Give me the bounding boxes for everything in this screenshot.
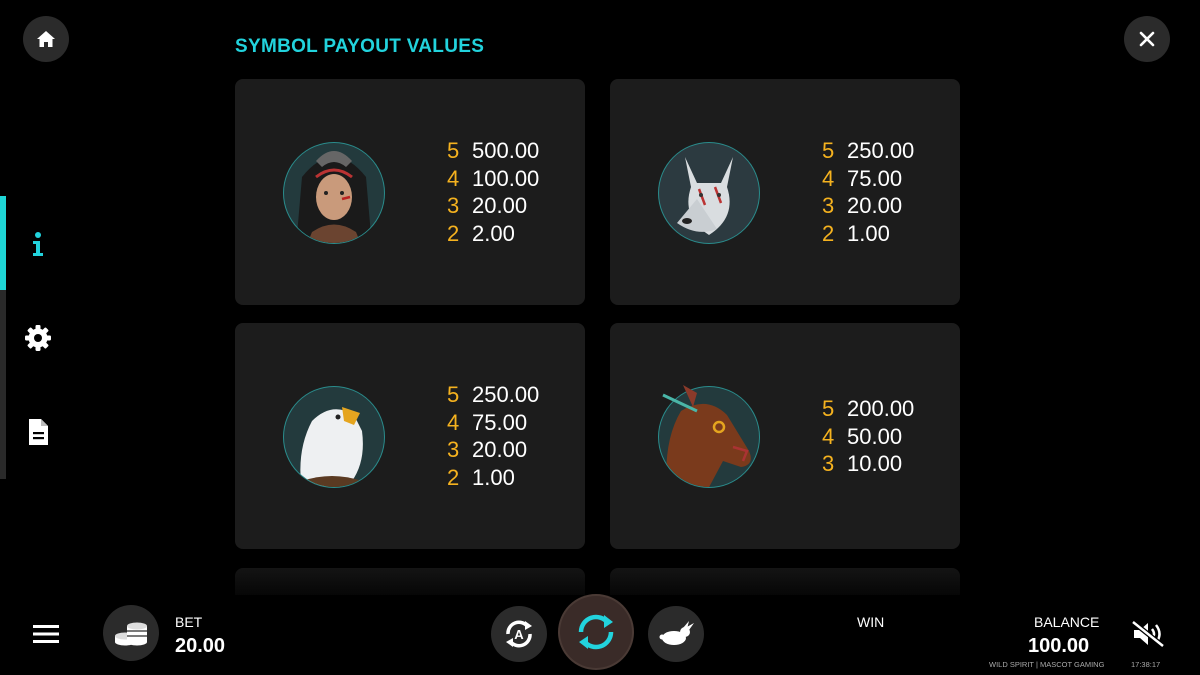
payout-row: 5 250.00 [447,381,539,409]
game-credit: WILD SPIRIT | MASCOT GAMING [989,660,1105,669]
payout-count: 4 [447,165,460,191]
balance-value: 100.00 [1028,635,1090,657]
turbo-button[interactable] [648,606,704,662]
home-icon [37,31,55,47]
symbol-card-woman: 5 500.00 4 100.00 3 20.00 2 2.00 [235,79,585,305]
payout-count: 2 [447,464,460,490]
payout-row: 2 1.00 [822,220,914,248]
info-icon [33,232,43,256]
spin-button[interactable] [560,596,632,668]
payout-row: 3 20.00 [447,192,539,220]
win-label: WIN [857,614,885,630]
spin-icon [578,614,614,650]
payout-row: 5 200.00 [822,395,914,423]
bet-button[interactable] [103,605,159,661]
autoplay-button[interactable]: A [491,606,547,662]
sidebar-active-indicator [0,196,6,290]
payout-count: 2 [447,220,460,246]
close-button[interactable] [1124,16,1170,62]
symbol-card-horse: 5 200.00 4 50.00 3 10.00 [610,323,960,549]
autoplay-letter: A [514,627,524,642]
home-button[interactable] [23,16,69,62]
payout-list: 5 500.00 4 100.00 3 20.00 2 2.00 [447,137,539,247]
payout-list: 5 250.00 4 75.00 3 20.00 2 1.00 [447,381,539,491]
sound-button[interactable] [1130,620,1166,648]
payout-value: 20.00 [847,193,903,218]
symbol-card-peek [235,568,585,598]
payout-count: 5 [447,382,460,407]
balance-label: BALANCE [1034,614,1100,630]
payout-row: 4 75.00 [822,165,914,193]
eagle-symbol [283,386,385,488]
payout-count: 4 [822,423,835,449]
payout-row: 4 50.00 [822,423,914,451]
payout-value: 75.00 [472,409,528,435]
payout-row: 2 2.00 [447,220,539,248]
payout-value: 250.00 [472,382,540,407]
payout-value: 20.00 [472,193,528,218]
payout-value: 250.00 [847,138,915,163]
payout-value: 1.00 [472,464,515,490]
payout-value: 10.00 [847,451,903,476]
woman-warrior-symbol [283,142,385,244]
payout-value: 50.00 [847,423,903,449]
payout-list: 5 250.00 4 75.00 3 20.00 2 1.00 [822,137,914,247]
wolf-symbol [658,142,760,244]
payout-count: 5 [822,396,835,421]
payout-value: 2.00 [472,220,515,246]
sidebar-item-rules[interactable] [22,416,54,448]
symbol-card-eagle: 5 250.00 4 75.00 3 20.00 2 1.00 [235,323,585,549]
payout-count: 2 [822,220,835,246]
payout-count: 5 [447,138,460,163]
payout-count: 3 [447,193,460,218]
sidebar-track [0,196,6,479]
payout-row: 3 20.00 [822,192,914,220]
payout-count: 3 [822,451,835,476]
gear-icon [25,325,51,351]
hamburger-icon [33,625,59,643]
payout-value: 1.00 [847,220,890,246]
payout-row: 3 10.00 [822,450,914,478]
payout-row: 4 75.00 [447,409,539,437]
payout-row: 4 100.00 [447,165,539,193]
sound-muted-icon [1131,620,1165,648]
payout-value: 500.00 [472,138,540,163]
autoplay-icon: A [506,620,532,648]
payout-value: 20.00 [472,437,528,462]
payout-count: 4 [822,165,835,191]
rabbit-icon [659,621,694,645]
payout-row: 5 250.00 [822,137,914,165]
payout-value: 200.00 [847,396,915,421]
sidebar-item-settings[interactable] [22,322,54,354]
payout-count: 5 [822,138,835,163]
document-icon [29,419,48,445]
close-icon [1139,31,1155,47]
symbol-card-peek [610,568,960,598]
bet-value: 20.00 [175,635,226,657]
sidebar-item-info[interactable] [22,228,54,260]
symbol-card-wolf: 5 250.00 4 75.00 3 20.00 2 1.00 [610,79,960,305]
payout-row: 5 500.00 [447,137,539,165]
page-title: SYMBOL PAYOUT VALUES [235,36,485,57]
payout-count: 3 [822,193,835,218]
payout-row: 2 1.00 [447,464,539,492]
payout-value: 100.00 [472,165,540,191]
payout-row: 3 20.00 [447,436,539,464]
menu-button[interactable] [32,623,60,645]
payout-count: 3 [447,437,460,462]
payout-count: 4 [447,409,460,435]
horse-symbol [658,385,760,488]
payout-list: 5 200.00 4 50.00 3 10.00 [822,395,914,478]
clock: 17:38:17 [1131,660,1161,669]
payout-value: 75.00 [847,165,903,191]
bet-label: BET [175,614,203,630]
coins-icon [115,622,147,646]
